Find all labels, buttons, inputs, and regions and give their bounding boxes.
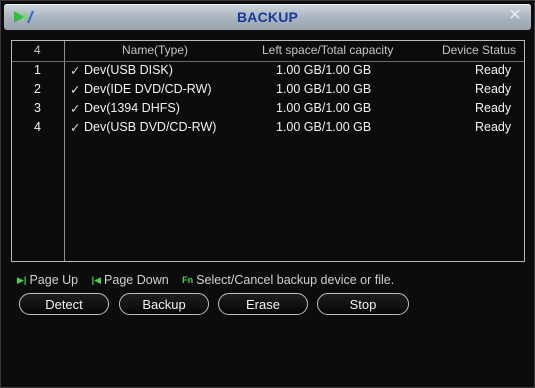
row-space: 1.00 GB/1.00 GB [276, 82, 372, 96]
fn-key-icon: Fn [182, 275, 194, 285]
row-name: Dev(IDE DVD/CD-RW) [84, 82, 212, 96]
page-up-label: Page Up [29, 273, 79, 287]
page-down-label: Page Down [104, 273, 169, 287]
hint-page-up: ▶| Page Up [17, 273, 78, 287]
header-space: Left space/Total capacity [262, 43, 394, 57]
row-index: 3 [34, 101, 41, 115]
row-name: Dev(1394 DHFS) [84, 101, 180, 115]
header-count: 4 [34, 43, 41, 57]
table-row[interactable]: 3 ✓ Dev(1394 DHFS) 1.00 GB/1.00 GB Ready [12, 101, 524, 120]
stop-button[interactable]: Stop [317, 293, 409, 315]
header-separator [12, 61, 524, 62]
table-header: 4 Name(Type) Left space/Total capacity D… [12, 43, 524, 59]
row-status: Ready [475, 82, 512, 96]
header-status: Device Status [442, 43, 517, 57]
row-checkbox[interactable]: ✓ [70, 101, 80, 116]
row-status: Ready [475, 63, 512, 77]
device-list: 4 Name(Type) Left space/Total capacity D… [11, 40, 525, 262]
hint-select: Fn Select/Cancel backup device or file. [182, 273, 394, 287]
row-checkbox[interactable]: ✓ [70, 120, 80, 135]
table-row[interactable]: 1 ✓ Dev(USB DISK) 1.00 GB/1.00 GB Ready [12, 63, 524, 82]
window-title: BACKUP [236, 9, 299, 25]
row-name: Dev(USB DVD/CD-RW) [84, 120, 217, 134]
row-space: 1.00 GB/1.00 GB [276, 120, 372, 134]
row-status: Ready [475, 120, 512, 134]
row-index: 1 [34, 63, 41, 77]
key-hints: ▶| Page Up |◀ Page Down Fn Select/Cancel ba… [17, 273, 527, 289]
row-checkbox[interactable]: ✓ [70, 82, 80, 97]
page-up-icon: ▶| [17, 275, 27, 285]
row-index: 4 [34, 120, 41, 134]
backup-button[interactable]: Backup [119, 293, 209, 315]
title-bar[interactable]: BACKUP ✕ [4, 4, 531, 30]
select-label: Select/Cancel backup device or file. [196, 273, 395, 287]
detect-button[interactable]: Detect [19, 293, 109, 315]
header-name: Name(Type) [122, 43, 189, 57]
row-name: Dev(USB DISK) [84, 63, 173, 77]
row-checkbox[interactable]: ✓ [70, 63, 80, 78]
page-down-icon: |◀ [91, 275, 102, 285]
hint-page-down: |◀ Page Down [92, 273, 169, 287]
table-row[interactable]: 2 ✓ Dev(IDE DVD/CD-RW) 1.00 GB/1.00 GB R… [12, 82, 524, 101]
backup-window: BACKUP ✕ 4 Name(Type) Left space/Total c… [0, 0, 535, 388]
row-space: 1.00 GB/1.00 GB [276, 63, 372, 77]
row-status: Ready [475, 101, 512, 115]
row-space: 1.00 GB/1.00 GB [276, 101, 372, 115]
table-row[interactable]: 4 ✓ Dev(USB DVD/CD-RW) 1.00 GB/1.00 GB R… [12, 120, 524, 139]
device-rows: 1 ✓ Dev(USB DISK) 1.00 GB/1.00 GB Ready … [12, 63, 524, 139]
row-index: 2 [34, 82, 41, 96]
erase-button[interactable]: Erase [218, 293, 308, 315]
close-icon[interactable]: ✕ [507, 8, 523, 24]
